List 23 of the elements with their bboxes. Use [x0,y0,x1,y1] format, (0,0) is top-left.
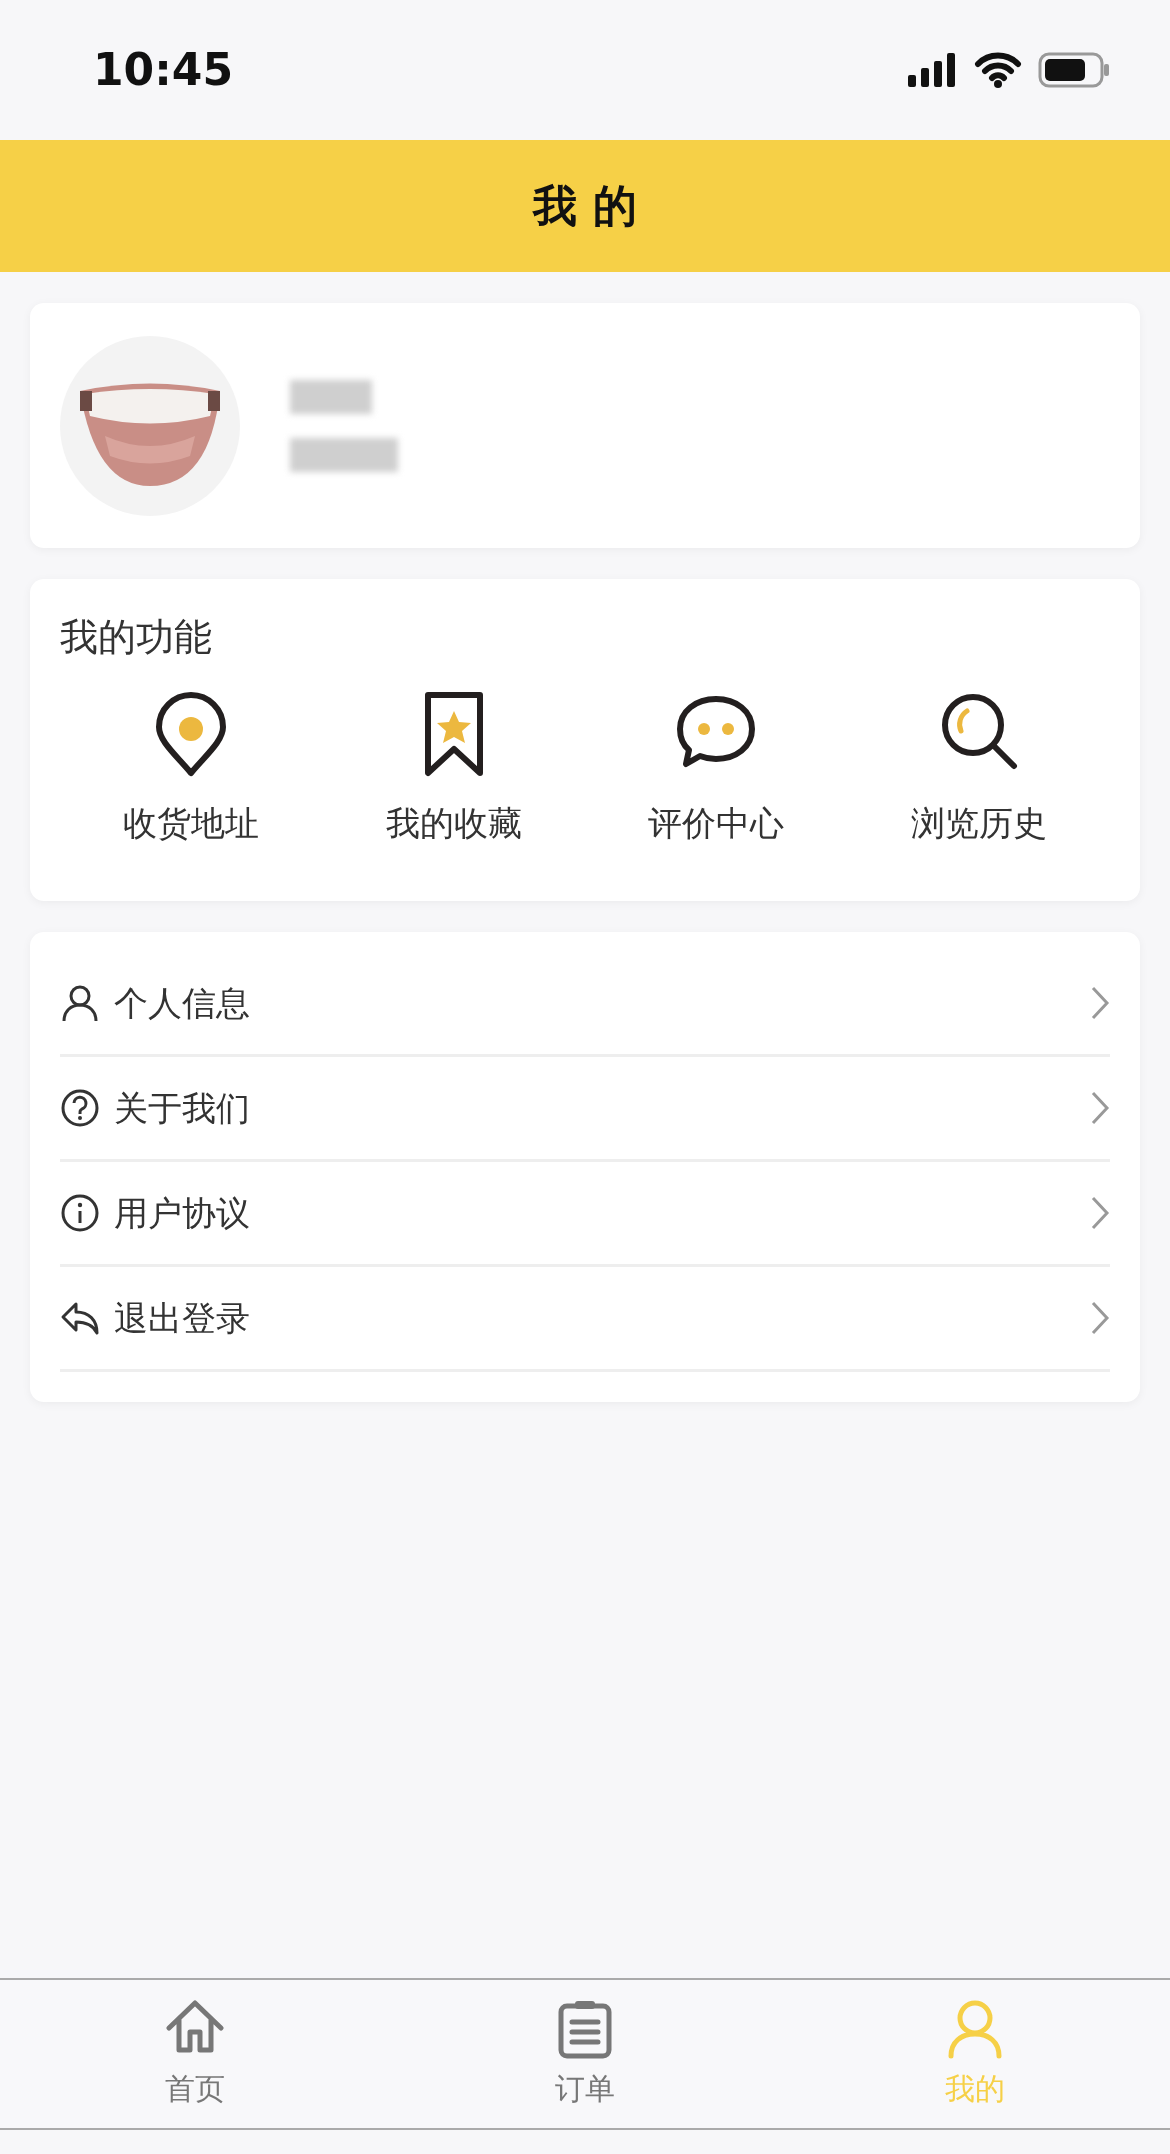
chevron-right-icon [1090,1195,1110,1231]
page-title: 我 的 [533,179,637,233]
tab-item[interactable]: 首页 [0,1980,390,2128]
function-item[interactable]: 收货地址 [60,690,323,849]
menu-item[interactable]: 个人信息 [60,952,1110,1057]
section-title: 我的功能 [60,614,213,661]
person-icon [60,983,100,1023]
wifi-icon [974,52,1022,88]
chevron-right-icon [1090,1090,1110,1126]
signal-icon [908,53,958,87]
info-icon [60,1193,100,1233]
chevron-right-icon [1090,1300,1110,1336]
menu-item[interactable]: 用户协议 [60,1162,1110,1267]
menu-item[interactable]: 退出登录 [60,1267,1110,1372]
tab-item[interactable]: 订单 [390,1980,780,2128]
function-item[interactable]: 我的收藏 [322,690,585,849]
function-item[interactable]: 浏览历史 [847,690,1110,849]
function-item[interactable]: 评价中心 [585,690,848,849]
status-time: 10:45 [93,43,234,97]
chevron-right-icon [1090,985,1110,1021]
help-icon [60,1088,100,1128]
battery-icon [1038,52,1110,88]
menu-item[interactable]: 关于我们 [60,1057,1110,1162]
